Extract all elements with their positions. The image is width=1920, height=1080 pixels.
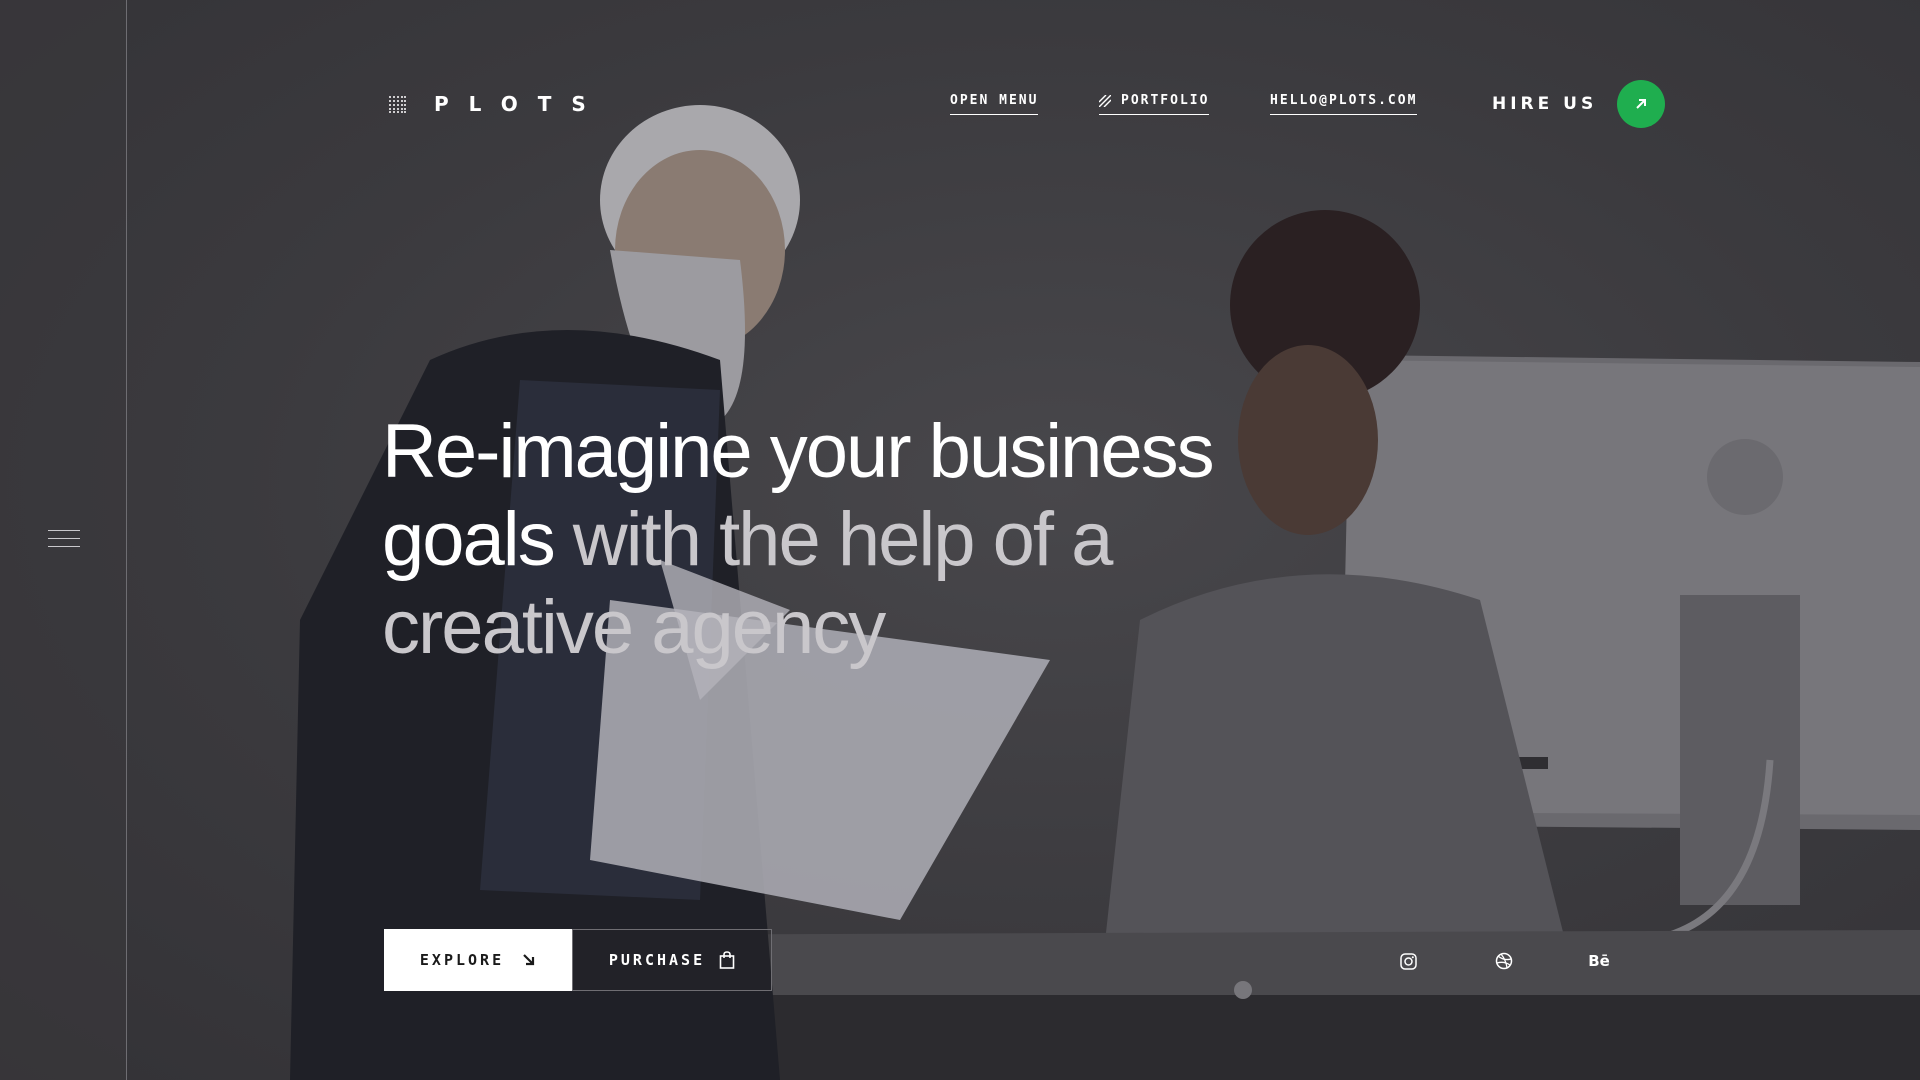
nav-email-link[interactable]: HELLO@PLOTS.COM xyxy=(1270,93,1418,115)
brand-logo[interactable]: PLOTS xyxy=(388,92,606,116)
behance-icon: Bē xyxy=(1588,952,1610,970)
left-sidebar xyxy=(0,0,127,1080)
arrow-up-right-icon xyxy=(1636,99,1647,109)
arrow-down-right-icon xyxy=(523,954,535,966)
instagram-link[interactable] xyxy=(1397,950,1419,972)
hire-us-circle[interactable] xyxy=(1617,80,1666,128)
nav-open-menu-link[interactable]: OPEN MENU xyxy=(950,93,1039,115)
slash-lines-icon xyxy=(1099,94,1111,107)
brand-name: PLOTS xyxy=(434,92,606,116)
dribbble-link[interactable] xyxy=(1493,950,1515,972)
purchase-button[interactable]: PURCHASE xyxy=(572,929,772,991)
dot-grid-icon xyxy=(389,96,406,113)
nav-portfolio-label: PORTFOLIO xyxy=(1121,93,1210,108)
instagram-icon xyxy=(1399,952,1417,970)
explore-button[interactable]: EXPLORE xyxy=(384,929,572,991)
behance-link[interactable]: Bē xyxy=(1588,950,1610,972)
explore-label: EXPLORE xyxy=(419,951,505,969)
shopping-bag-icon xyxy=(719,951,735,969)
nav-portfolio-link[interactable]: PORTFOLIO xyxy=(1099,93,1210,115)
dribbble-icon xyxy=(1495,952,1513,970)
hero-headline: Re-imagine your business goals with the … xyxy=(382,408,1282,672)
headline-line1: Re-imagine your business xyxy=(382,409,1215,494)
hire-us-label: HIRE US xyxy=(1492,94,1598,114)
headline-line2-grey: with the help of a xyxy=(553,497,1114,582)
hire-us-button[interactable]: HIRE US xyxy=(1492,80,1666,128)
hamburger-icon[interactable] xyxy=(48,530,80,550)
headline-line2-white: goals xyxy=(382,497,556,582)
purchase-label: PURCHASE xyxy=(608,951,706,969)
headline-line3: creative agency xyxy=(382,585,886,670)
